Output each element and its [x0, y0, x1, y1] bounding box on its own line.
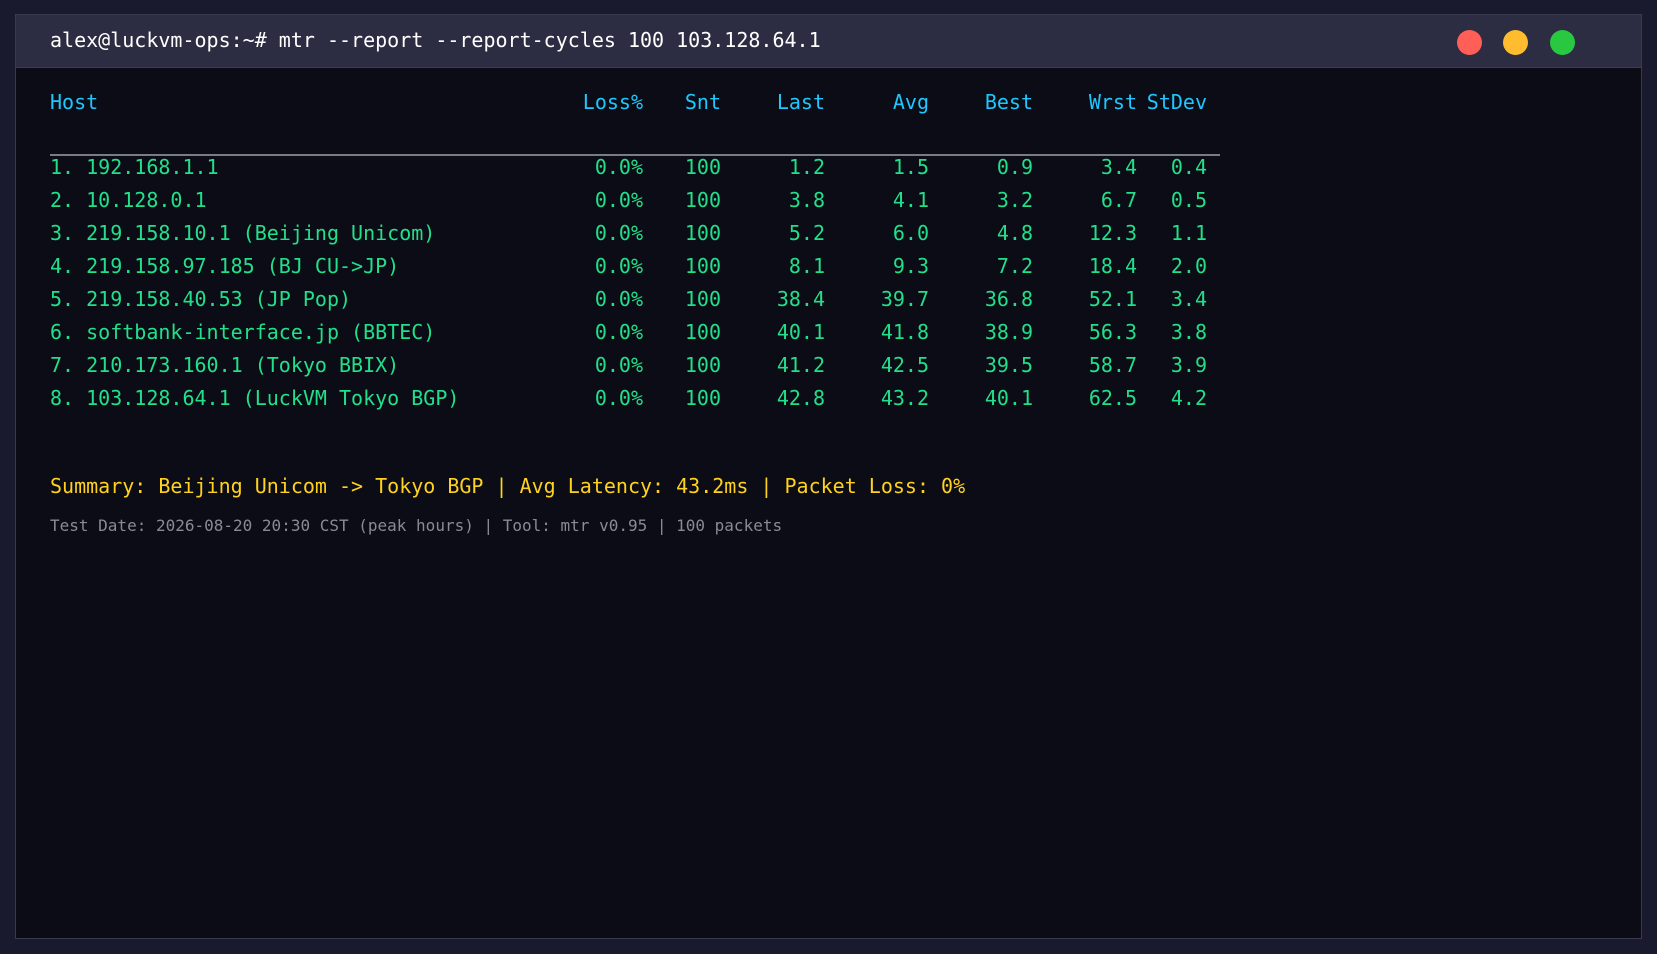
cell-stdev: 2.0	[1170, 254, 1207, 278]
cell-wrst: 56.3	[1088, 320, 1137, 344]
cell-snt: 100	[684, 386, 721, 410]
cell-snt: 100	[684, 221, 721, 245]
cell-last: 1.2	[788, 155, 825, 179]
cell-loss: 0.0%	[594, 287, 643, 311]
cell-wrst: 58.7	[1088, 353, 1137, 377]
cell-best: 40.1	[984, 386, 1033, 410]
cell-avg: 41.8	[880, 320, 929, 344]
cell-wrst: 62.5	[1088, 386, 1137, 410]
cell-snt: 100	[684, 287, 721, 311]
table-row: 1. 192.168.1.1 0.0% 100 1.2 1.5 0.9 3.4 0.4	[50, 154, 1220, 180]
cell-avg: 43.2	[880, 386, 929, 410]
cell-wrst: 6.7	[1100, 188, 1137, 212]
cell-avg: 42.5	[880, 353, 929, 377]
cell-host: 3. 219.158.10.1 (Beijing Unicom)	[50, 221, 436, 245]
cell-last: 40.1	[776, 320, 825, 344]
cell-best: 7.2	[996, 254, 1033, 278]
cell-stdev: 0.4	[1170, 155, 1207, 179]
cell-snt: 100	[684, 254, 721, 278]
table-row: 6. softbank-interface.jp (BBTEC) 0.0% 100 4…	[50, 319, 1220, 345]
header-wrst: Wrst	[1088, 90, 1137, 114]
cell-snt: 100	[684, 188, 721, 212]
cell-host: 4. 219.158.97.185 (BJ CU->JP)	[50, 254, 400, 278]
cell-avg: 4.1	[892, 188, 929, 212]
cell-host: 8. 103.128.64.1 (LuckVM Tokyo BGP)	[50, 386, 460, 410]
header-stdev: StDev	[1146, 90, 1207, 114]
cell-avg: 9.3	[892, 254, 929, 278]
cell-loss: 0.0%	[594, 353, 643, 377]
cell-best: 0.9	[996, 155, 1033, 179]
cell-avg: 1.5	[892, 155, 929, 179]
terminal-output: Host Loss% Snt Last Avg Best Wrst StDev …	[16, 67, 1641, 938]
cell-last: 8.1	[788, 254, 825, 278]
summary-line: Summary: Beijing Unicom -> Tokyo BGP | A…	[50, 474, 966, 498]
header-last: Last	[776, 90, 825, 114]
table-row: 4. 219.158.97.185 (BJ CU->JP) 0.0% 100 8.1 9…	[50, 253, 1220, 279]
cell-host: 7. 210.173.160.1 (Tokyo BBIX)	[50, 353, 400, 377]
maximize-button[interactable]	[1550, 30, 1575, 55]
cell-stdev: 3.8	[1170, 320, 1207, 344]
cell-host: 2. 10.128.0.1	[50, 188, 207, 212]
cell-last: 5.2	[788, 221, 825, 245]
cell-loss: 0.0%	[594, 221, 643, 245]
cell-best: 3.2	[996, 188, 1033, 212]
test-info-line: Test Date: 2026-08-20 20:30 CST (peak ho…	[50, 516, 783, 535]
cell-loss: 0.0%	[594, 254, 643, 278]
cell-best: 38.9	[984, 320, 1033, 344]
cell-loss: 0.0%	[594, 188, 643, 212]
header-best: Best	[984, 90, 1033, 114]
cell-avg: 39.7	[880, 287, 929, 311]
cell-loss: 0.0%	[594, 320, 643, 344]
cell-loss: 0.0%	[594, 155, 643, 179]
table-row: 8. 103.128.64.1 (LuckVM Tokyo BGP) 0.0% 10…	[50, 385, 1220, 411]
terminal-command: alex@luckvm-ops:~# mtr --report --report…	[50, 28, 821, 52]
terminal-titlebar: alex@luckvm-ops:~# mtr --report --report…	[16, 15, 1641, 68]
cell-stdev: 0.5	[1170, 188, 1207, 212]
header-host: Host	[50, 90, 99, 114]
cell-wrst: 18.4	[1088, 254, 1137, 278]
cell-last: 38.4	[776, 287, 825, 311]
table-row: 5. 219.158.40.53 (JP Pop) 0.0% 100 38.4 39.7…	[50, 286, 1220, 312]
table-header-row: Host Loss% Snt Last Avg Best Wrst StDev	[50, 89, 1220, 115]
cell-best: 36.8	[984, 287, 1033, 311]
cell-last: 3.8	[788, 188, 825, 212]
table-row: 3. 219.158.10.1 (Beijing Unicom) 0.0% 100 5…	[50, 220, 1220, 246]
header-avg: Avg	[892, 90, 929, 114]
table-row: 2. 10.128.0.1 0.0% 100 3.8 4.1 3.2 6.7 0.5	[50, 187, 1220, 213]
cell-stdev: 3.4	[1170, 287, 1207, 311]
cell-host: 5. 219.158.40.53 (JP Pop)	[50, 287, 352, 311]
cell-snt: 100	[684, 155, 721, 179]
cell-best: 4.8	[996, 221, 1033, 245]
cell-wrst: 12.3	[1088, 221, 1137, 245]
cell-host: 1. 192.168.1.1	[50, 155, 219, 179]
cell-stdev: 3.9	[1170, 353, 1207, 377]
cell-snt: 100	[684, 353, 721, 377]
terminal-window[interactable]: alex@luckvm-ops:~# mtr --report --report…	[15, 14, 1642, 939]
cell-host: 6. softbank-interface.jp (BBTEC)	[50, 320, 436, 344]
header-snt: Snt	[684, 90, 721, 114]
cell-loss: 0.0%	[594, 386, 643, 410]
cell-snt: 100	[684, 320, 721, 344]
table-row: 7. 210.173.160.1 (Tokyo BBIX) 0.0% 100 41.2…	[50, 352, 1220, 378]
cell-last: 41.2	[776, 353, 825, 377]
cell-wrst: 3.4	[1100, 155, 1137, 179]
cell-stdev: 1.1	[1170, 221, 1207, 245]
cell-avg: 6.0	[892, 221, 929, 245]
header-loss: Loss%	[582, 90, 643, 114]
cell-best: 39.5	[984, 353, 1033, 377]
cell-stdev: 4.2	[1170, 386, 1207, 410]
cell-wrst: 52.1	[1088, 287, 1137, 311]
close-button[interactable]	[1457, 30, 1482, 55]
cell-last: 42.8	[776, 386, 825, 410]
minimize-button[interactable]	[1503, 30, 1528, 55]
